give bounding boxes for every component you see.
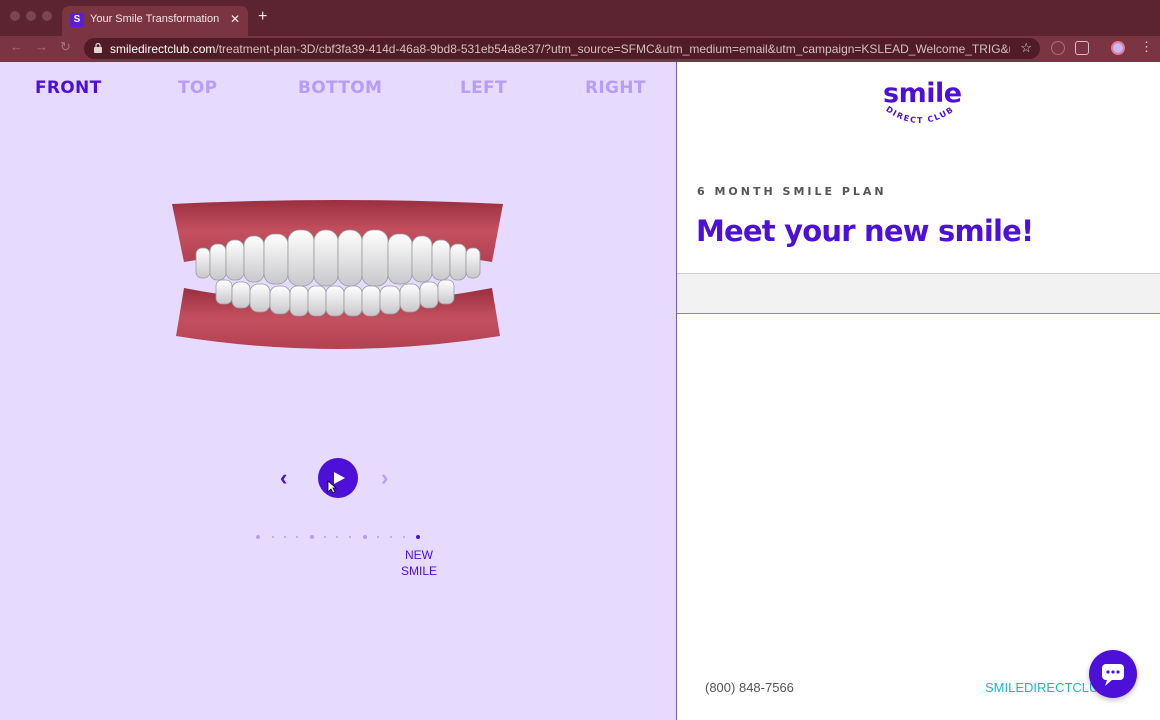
chat-bubble-icon [1102,664,1124,686]
browser-tab-bar: S Your Smile Transformation 3D ✕ + [0,0,1160,36]
tab-front[interactable]: FRONT [35,78,101,98]
back-icon[interactable]: ← [10,39,23,54]
browser-toolbar: ← → ↻ smiledirectclub.com/treatment-plan… [0,36,1160,62]
profile-avatar[interactable] [1111,41,1125,55]
play-button[interactable] [318,458,358,498]
window-close-button[interactable] [10,11,20,21]
viewer-pane: FRONT TOP BOTTOM LEFT RIGHT ‹ › NEW SMIL… [0,62,676,720]
stage-dot-current[interactable] [416,535,420,539]
stage-dot[interactable] [310,535,314,539]
stage-dot[interactable] [403,536,405,538]
url-text: smiledirectclub.com/treatment-plan-3D/cb… [110,42,1010,56]
tab-title: Your Smile Transformation 3D [90,13,222,25]
content-band [677,273,1160,314]
tab-right[interactable]: RIGHT [585,78,646,98]
stage-dot[interactable] [256,535,260,539]
forward-icon[interactable]: → [35,39,48,54]
stage-progress-track[interactable] [256,534,426,540]
stage-dot[interactable] [336,536,338,538]
plan-pane: smile DIRECT CLUB 6 MONTH SMILE PLAN Mee… [677,62,1160,720]
window-minimize-button[interactable] [26,11,36,21]
lock-icon [94,43,102,53]
phone-number-link[interactable]: (800) 848-7566 [705,680,794,695]
teeth-3d-model[interactable] [170,200,505,355]
address-bar[interactable]: smiledirectclub.com/treatment-plan-3D/cb… [84,38,1040,59]
favicon-icon: S [70,13,84,27]
tab-left[interactable]: LEFT [460,78,507,98]
logo-arc-text: DIRECT CLUB [884,105,956,126]
plan-duration-label: 6 MONTH SMILE PLAN [697,185,887,198]
bookmark-star-icon[interactable]: ☆ [1020,40,1032,56]
stage-dot[interactable] [349,536,351,538]
stage-dot[interactable] [377,536,379,538]
browser-tab[interactable]: S Your Smile Transformation 3D ✕ [62,6,248,36]
tab-top[interactable]: TOP [178,78,217,98]
stage-dot[interactable] [390,536,392,538]
smile-direct-club-logo[interactable]: smile DIRECT CLUB [875,78,965,138]
new-tab-icon[interactable]: + [258,9,267,25]
stage-dot[interactable] [272,536,274,538]
previous-stage-chevron-icon[interactable]: ‹ [280,466,298,490]
close-tab-icon[interactable]: ✕ [230,12,240,26]
stage-dot[interactable] [324,536,326,538]
svg-text:DIRECT CLUB: DIRECT CLUB [884,105,956,126]
page-headline: Meet your new smile! [696,214,1034,248]
chat-button[interactable] [1089,650,1137,698]
window-zoom-button[interactable] [42,11,52,21]
stage-dot[interactable] [284,536,286,538]
stage-dot[interactable] [363,535,367,539]
menu-kebab-icon[interactable]: ⋮ [1140,39,1153,55]
stage-dot[interactable] [296,536,298,538]
extension-icon[interactable] [1051,41,1065,55]
tab-bottom[interactable]: BOTTOM [298,78,382,98]
pocket-icon[interactable] [1075,41,1089,55]
reload-icon[interactable]: ↻ [60,39,71,55]
mouse-cursor-icon [327,480,337,494]
next-stage-chevron-icon[interactable]: › [381,466,399,490]
stage-label: NEW SMILE [400,548,437,578]
